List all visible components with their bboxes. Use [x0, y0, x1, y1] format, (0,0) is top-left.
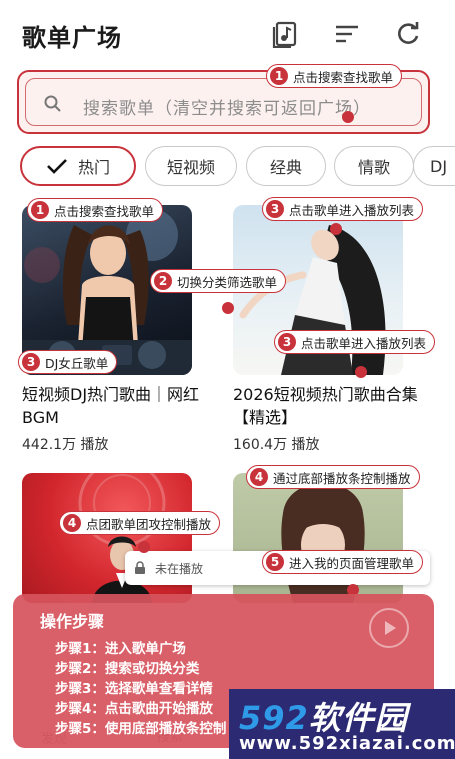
annotation-text: 点团歌单团攻控制播放 [86, 516, 212, 532]
annotation-search-hint: 1 点击搜索查找歌单 [266, 64, 403, 88]
annotation-dj-playlist: 3 DJ女丘歌单 [18, 350, 118, 374]
step-number: 1 [270, 67, 288, 85]
play-icon [385, 621, 396, 635]
tab-label: 短视频 [166, 158, 215, 177]
annotation-dot [138, 541, 150, 553]
search-input[interactable]: 搜索歌单（清空并搜索可返回广场） [83, 94, 371, 119]
title-line: BGM [22, 408, 59, 427]
annotation-category-hint: 2 切换分类筛选歌单 [150, 269, 287, 293]
step-item: 步骤1：进入歌单广场 [55, 641, 186, 657]
top-bar: 歌单广场 [0, 0, 455, 66]
step-number: 3 [266, 200, 284, 218]
title-line: 2026短视频热门歌曲合集 [233, 385, 418, 404]
tab-classic[interactable]: 经典 [246, 146, 326, 186]
watermark-logo: 592软件园 www.592xiazai.com [229, 689, 455, 759]
playlist-title-1[interactable]: 短视频DJ热门歌曲｜网红 BGM [22, 383, 222, 429]
playlist-title-2[interactable]: 2026短视频热门歌曲合集 【精选】 [233, 383, 443, 429]
title-line: 短视频DJ热门歌曲｜网红 [22, 385, 200, 404]
annotation-text: 切换分类筛选歌单 [177, 274, 278, 290]
tab-label: 经典 [269, 158, 302, 177]
step-item: 步骤4：点击歌曲开始播放 [55, 701, 213, 717]
annotation-text: DJ女丘歌单 [45, 355, 109, 371]
step-item: 步骤2：搜索或切换分类 [55, 661, 200, 677]
tab-short-video[interactable]: 短视频 [145, 146, 237, 186]
check-icon [47, 159, 67, 174]
tab-dj[interactable]: DJ [413, 146, 455, 186]
annotation-search-hint-2: 1 点击搜索查找歌单 [27, 198, 164, 222]
play-button[interactable] [369, 608, 409, 648]
play-count-2: 160.4万 播放 [233, 437, 320, 453]
annotation-dot [222, 302, 234, 314]
player-status: 未在播放 [155, 562, 204, 576]
sort-icon[interactable] [333, 20, 361, 48]
step-item: 步骤5：使用底部播放条控制 [55, 721, 227, 737]
annotation-text: 点击歌单进入播放列表 [301, 335, 427, 351]
tab-hot[interactable]: 热门 [20, 146, 136, 186]
step-number: 3 [22, 353, 40, 371]
annotation-player-bar-hint: 4 通过底部播放条控制播放 [246, 465, 420, 489]
step-number: 5 [266, 553, 284, 571]
refresh-icon[interactable] [394, 20, 422, 48]
annotation-my-page-hint: 5 进入我的页面管理歌单 [262, 550, 424, 574]
watermark-url: www.592xiazai.com [239, 733, 455, 754]
title-line: 【精选】 [233, 408, 298, 427]
play-count-1: 442.1万 播放 [22, 437, 109, 453]
tab-label: 热门 [77, 158, 110, 177]
category-tabs: 热门 短视频 经典 情歌 DJ [20, 146, 455, 188]
tab-label: DJ [430, 156, 448, 176]
annotation-open-playlist-hint: 3 点击歌单进入播放列表 [262, 197, 424, 221]
annotation-open-playlist-hint-2: 3 点击歌单进入播放列表 [274, 330, 436, 354]
annotation-text: 进入我的页面管理歌单 [289, 555, 415, 571]
annotation-text: 点击歌单进入播放列表 [289, 202, 415, 218]
tab-label: 情歌 [357, 158, 390, 177]
step-number: 4 [63, 514, 81, 532]
tab-love-songs[interactable]: 情歌 [334, 146, 414, 186]
step-number: 3 [278, 333, 296, 351]
search-icon [44, 95, 61, 112]
annotation-dot [342, 111, 354, 123]
steps-title: 操作步骤 [40, 612, 105, 631]
step-item: 步骤3：选择歌单查看详情 [55, 681, 213, 697]
annotation-dot [330, 223, 342, 235]
brand-number: 592 [239, 699, 309, 737]
annotation-text: 点击搜索查找歌单 [54, 203, 155, 219]
annotation-play-hint: 4 点团歌单团攻控制播放 [59, 511, 221, 535]
step-number: 1 [31, 201, 49, 219]
annotation-text: 通过底部播放条控制播放 [273, 470, 411, 486]
step-number: 2 [154, 272, 172, 290]
annotation-dot [355, 366, 367, 378]
music-file-icon[interactable] [272, 20, 300, 48]
brand-text: 软件园 [308, 699, 408, 737]
step-number: 4 [250, 468, 268, 486]
annotation-text: 点击搜索查找歌单 [293, 69, 394, 85]
page-title: 歌单广场 [22, 24, 122, 52]
lock-icon [135, 561, 145, 574]
